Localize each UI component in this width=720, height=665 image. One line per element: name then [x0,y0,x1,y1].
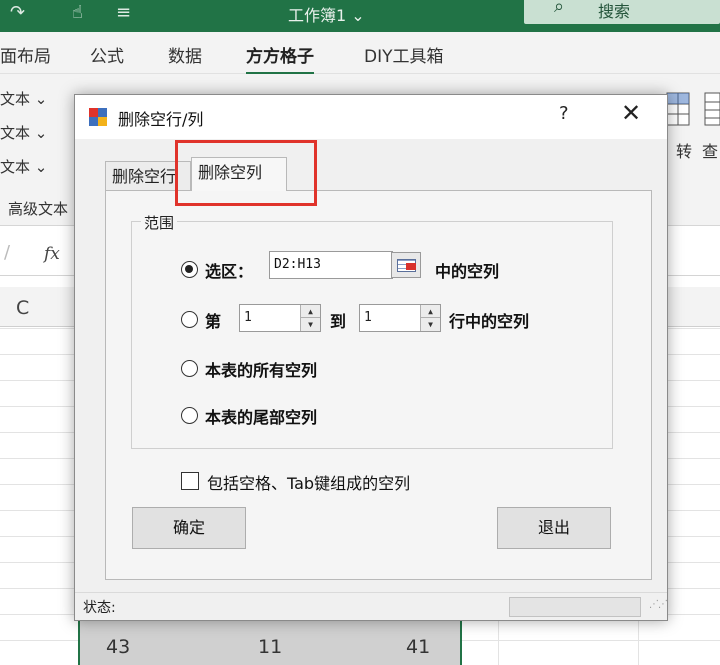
help-button[interactable]: ? [559,103,569,124]
selection-suffix: 中的空列 [435,262,500,281]
range-group-label: 范围 [141,212,178,233]
spin-down-icon[interactable]: ▼ [421,318,440,331]
column-header-c[interactable]: C [16,297,29,319]
rows-from-spin-buttons: ▲ ▼ [300,305,320,331]
status-label: 状态: [83,600,116,616]
customize-toolbar-icon[interactable]: ≡ [116,2,131,23]
search-placeholder: 搜索 [598,2,631,21]
spin-up-icon[interactable]: ▲ [421,305,440,318]
ribbon-text-item-1[interactable]: 文本 ⌄ [0,88,47,109]
tab-delete-empty-rows[interactable]: 删除空行 [105,161,191,191]
delete-empty-dialog: 删除空行/列 ? ✕ 删除空行 删除空列 范围 选区： D2:H13 中的空列 … [74,94,668,621]
tab-page-layout[interactable]: 面布局 [0,42,51,67]
excel-title-bar: ↷ ☝ ≡ 工作簿1 ⌄ ⌕ 搜索 [0,0,720,32]
rows-from-value[interactable]: 1 [244,310,252,325]
range-picker-button[interactable] [391,252,421,278]
ribbon-convert-label[interactable]: 转 [676,138,692,162]
table-icon[interactable] [666,92,690,126]
tab-diy-toolbox[interactable]: DIY工具箱 [364,42,444,67]
radio-rows[interactable] [181,311,198,328]
radio-selection[interactable] [181,261,198,278]
ribbon-tab-bar: 面布局 公式 数据 方方格子 DIY工具箱 [0,32,720,75]
all-empty-columns-label: 本表的所有空列 [205,361,318,380]
dialog-title-bar[interactable]: 删除空行/列 ? ✕ [75,95,667,139]
rows-to-label: 到 [330,312,347,331]
include-whitespace-label[interactable]: 包括空格、Tab键组成的空列 [207,470,410,494]
selection-range-input[interactable]: D2:H13 [269,251,393,279]
redo-icon[interactable]: ↷ [10,2,25,23]
exit-button[interactable]: 退出 [497,507,611,549]
fx-icon[interactable]: fx [44,244,60,264]
spin-up-icon[interactable]: ▲ [301,305,320,318]
workbook-title: 工作簿1 ⌄ [288,6,365,25]
rows-suffix-label: 行中的空列 [449,312,530,331]
radio-all-empty-columns[interactable] [181,360,198,377]
selection-label: 选区： [205,262,254,281]
name-box-divider: / [4,242,11,263]
touch-mode-icon[interactable]: ☝ [72,2,83,23]
dialog-status-bar: 状态: ⋰⋰ [75,592,668,622]
rows-to-value[interactable]: 1 [364,310,372,325]
include-whitespace-checkbox[interactable] [181,472,199,490]
dialog-title: 删除空行/列 [118,110,204,129]
app-icon [89,108,107,126]
rows-to-stepper[interactable]: 1 ▲ ▼ [359,304,441,332]
tab-formulas[interactable]: 公式 [90,42,124,67]
ribbon-text-item-2[interactable]: 文本 ⌄ [0,122,47,143]
ribbon-text-item-3[interactable]: 文本 ⌄ [0,156,47,177]
cell-value[interactable]: 41 [406,636,430,658]
resize-grip-icon[interactable]: ⋰⋰ [649,599,668,610]
radio-tail-empty-columns[interactable] [181,407,198,424]
sheet-icon[interactable] [704,92,720,126]
spin-down-icon[interactable]: ▼ [301,318,320,331]
ribbon-lookup-label[interactable]: 查 [702,138,718,162]
close-button[interactable]: ✕ [621,99,641,127]
rows-to-spin-buttons: ▲ ▼ [420,305,440,331]
search-icon: ⌕ [554,0,565,17]
cell-value[interactable]: 11 [258,636,282,658]
range-picker-arrow-icon [406,263,416,270]
tail-empty-columns-label: 本表的尾部空列 [205,408,318,427]
ribbon-group-label: 高级文本 [8,200,69,218]
cell-value[interactable]: 43 [106,636,130,658]
status-field [509,597,641,617]
rows-prefix-label: 第 [205,312,222,331]
tab-delete-empty-columns[interactable]: 删除空列 [191,157,287,191]
tab-fangfang[interactable]: 方方格子 [246,42,314,75]
ok-button[interactable]: 确定 [132,507,246,549]
tab-data[interactable]: 数据 [168,42,202,67]
search-box[interactable]: ⌕ 搜索 [524,0,720,24]
rows-from-stepper[interactable]: 1 ▲ ▼ [239,304,321,332]
